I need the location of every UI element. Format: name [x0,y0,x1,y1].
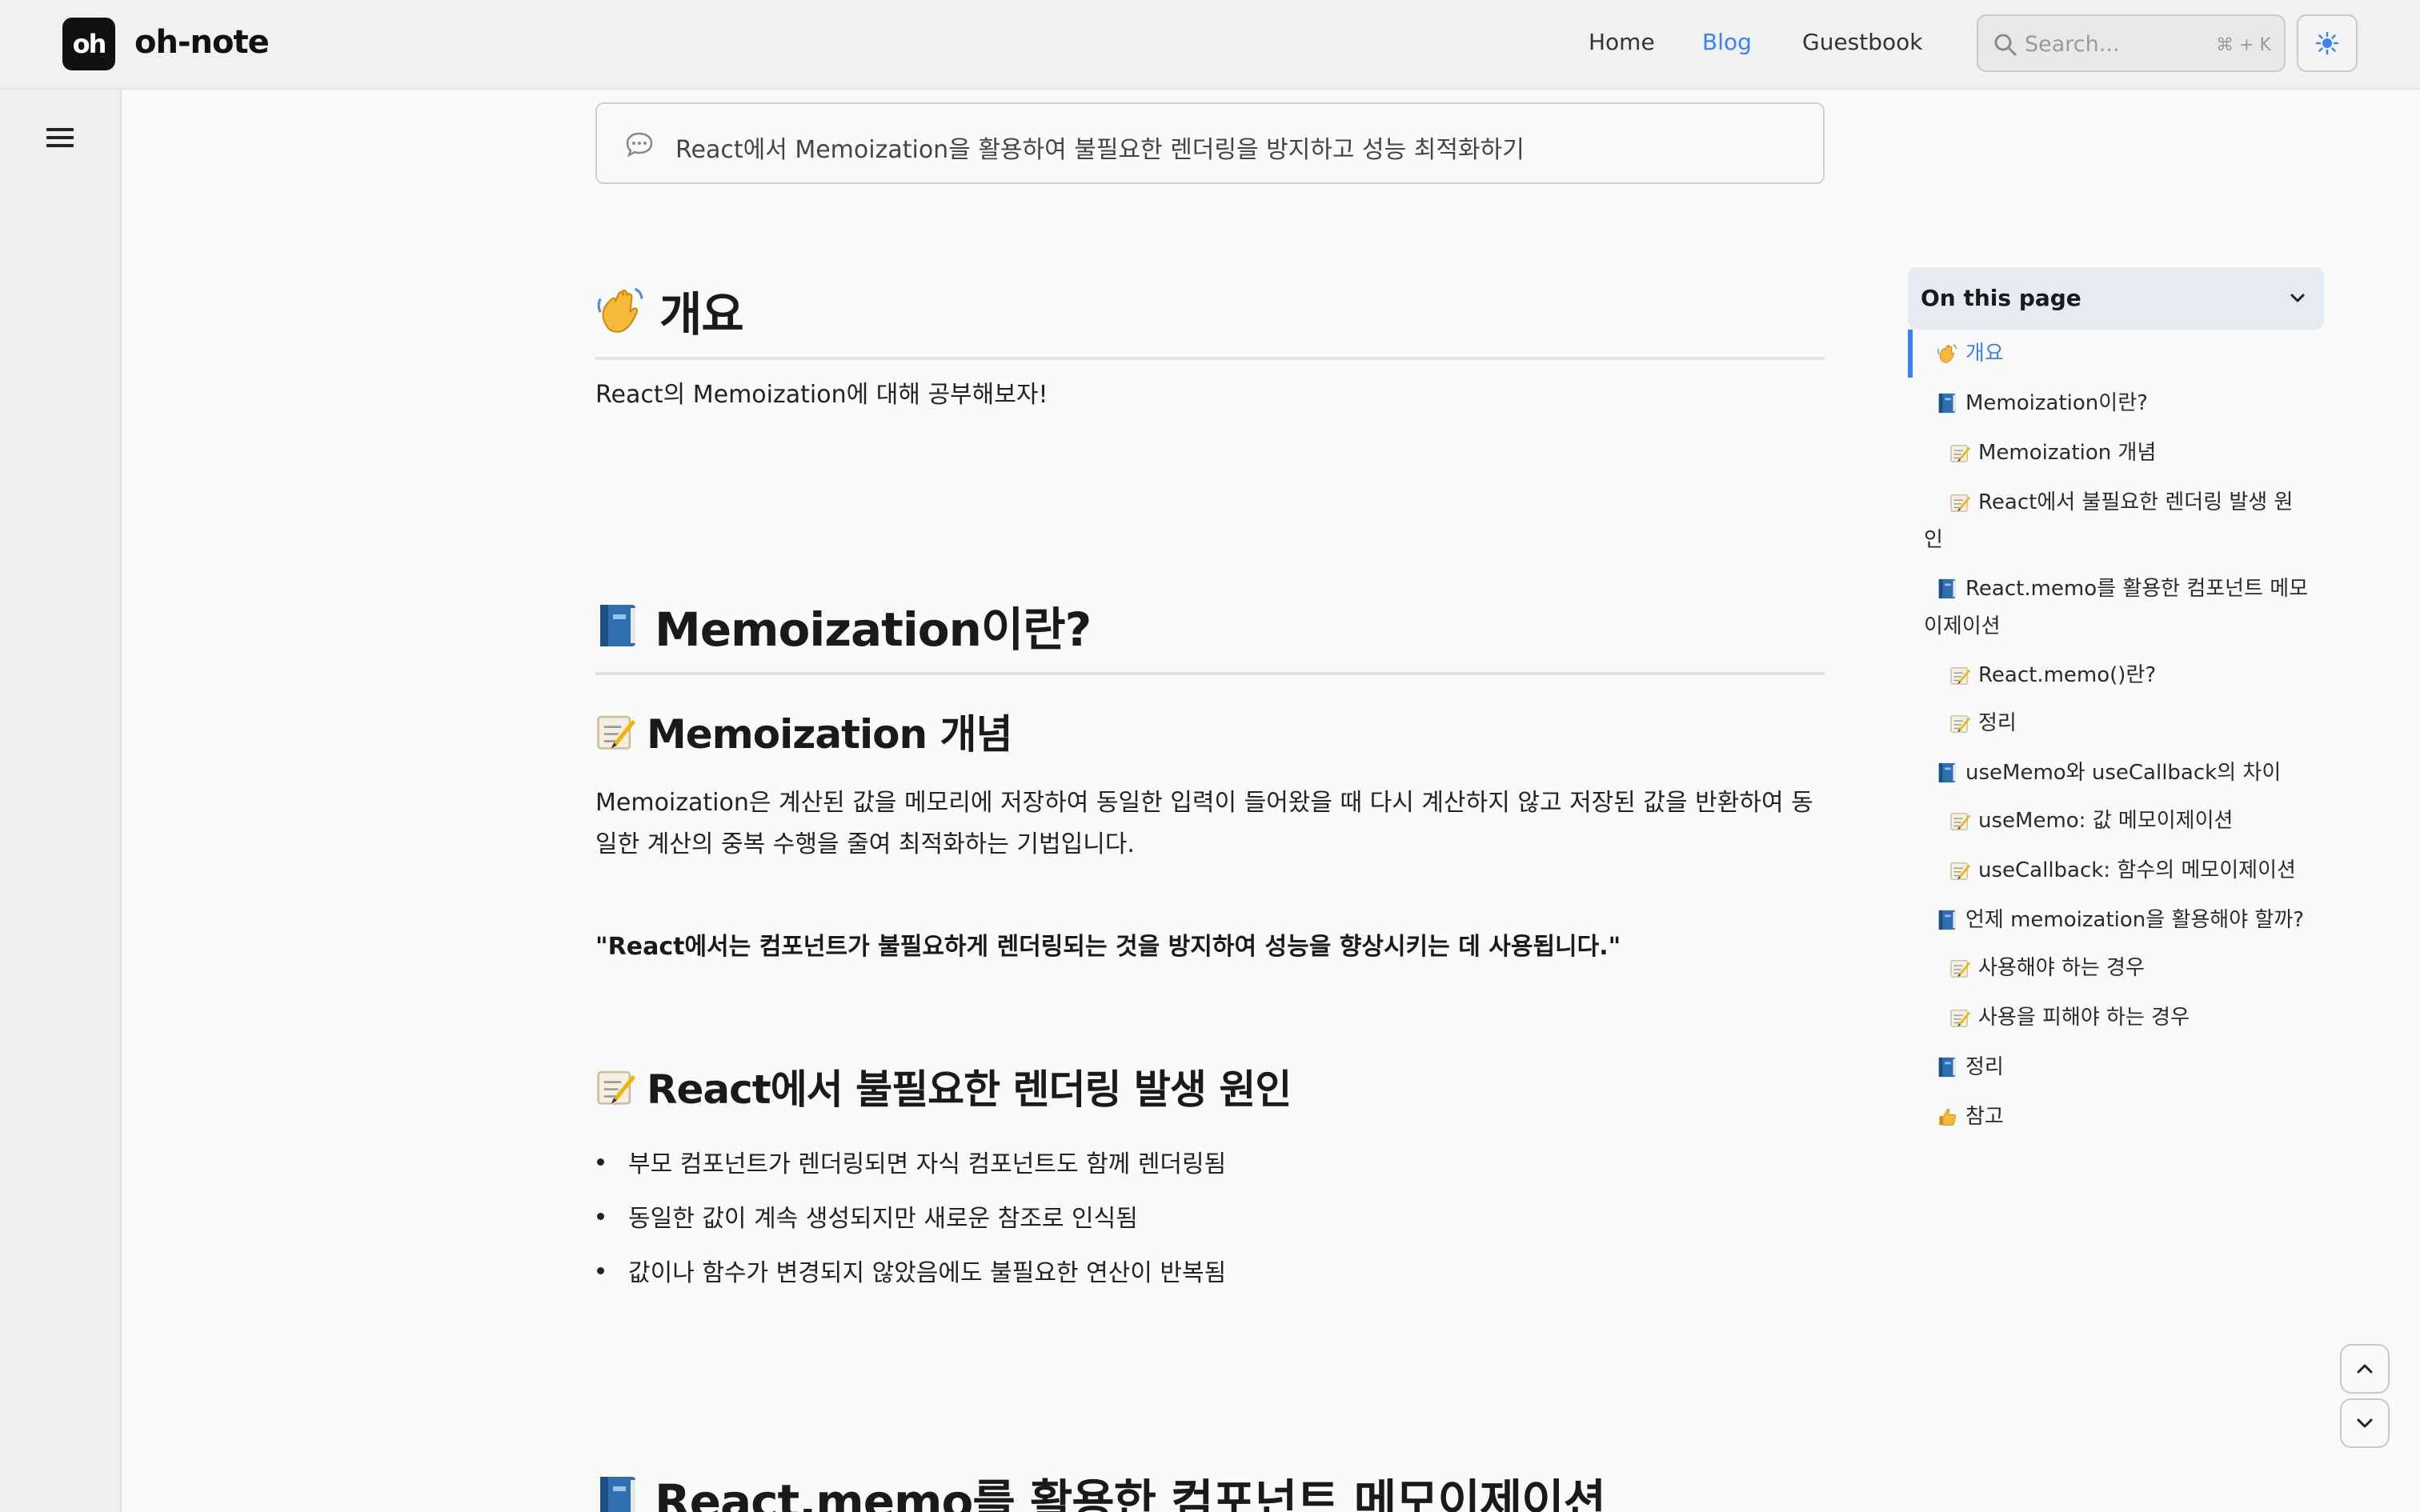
list-item: 부모 컴포넌트가 렌더링되면 자식 컴포넌트도 함께 렌더링됨 [595,1144,1226,1179]
concept-paragraph: Memoization은 계산된 값을 메모리에 저장하여 동일한 입력이 들어… [595,789,1813,858]
chat-bubble-icon [626,132,653,158]
chevron-down-icon [2357,1418,2373,1428]
subheading-text: Memoization 개념 [647,711,1012,758]
post-summary-box: React에서 Memoization을 활용하여 불필요한 렌더링을 방지하고… [595,102,1825,184]
toc-active-indicator [1908,330,1913,378]
wave-icon [595,286,645,335]
toc-item-rerender-causes[interactable]: React에서 불필요한 렌더링 발생 원 [1949,485,2293,520]
top-navbar: oh oh-note Home Blog Guestbook Search...… [0,0,2420,90]
nav-home-link[interactable]: Home [1589,29,1655,55]
concept-quote: "React에서는 컴포넌트가 불필요하게 렌더링되는 것을 방지하여 성능을 … [595,933,1621,961]
toc-item-when-to-use[interactable]: 언제 memoization을 활용해야 할까? [1937,902,2304,938]
book-icon [1937,578,1957,600]
toc-item-avoid-use[interactable]: 사용을 피해야 하는 경우 [1949,1000,2190,1035]
chevron-down-icon[interactable] [2286,286,2310,310]
overview-paragraph: React의 Memoization에 대해 공부해보자! [595,381,1048,409]
search-placeholder: Search... [2025,32,2120,57]
toc-title: On this page [1921,285,2081,311]
memo-icon [595,711,635,751]
toc-item-react-memo[interactable]: React.memo를 활용한 컴포넌트 메모 [1937,571,2308,606]
memo-icon [1949,859,1970,882]
search-shortcut: ⌘ + K [2216,35,2271,55]
post-summary-text: React에서 Memoization을 활용하여 불필요한 렌더링을 방지하고… [675,136,1525,164]
book-icon [1937,392,1957,414]
toc-item-usecallback[interactable]: useCallback: 함수의 메모이제이션 [1949,853,2296,888]
toc-item-summary-2[interactable]: 정리 [1937,1050,2004,1085]
site-name[interactable]: oh-note [134,24,270,61]
heading-react-memo: React.memo를 활용한 컴포넌트 메모이제이션 [595,1464,1606,1512]
theme-toggle-button[interactable] [2297,14,2358,72]
memo-icon [1949,491,1970,514]
heading-text: Memoization이란? [655,602,1092,657]
book-icon [595,602,640,650]
scroll-to-top-button[interactable] [2340,1344,2390,1394]
hamburger-menu-icon[interactable] [45,125,77,150]
toc-item-summary-1[interactable]: 정리 [1949,706,2017,741]
heading-overview: 개요 [595,277,744,344]
heading-text: React.memo를 활용한 컴포넌트 메모이제이션 [655,1474,1606,1512]
toc-item-wrap[interactable]: 이제이션 [1924,610,2001,639]
left-sidebar [0,90,122,1512]
search-input[interactable]: Search... ⌘ + K [1977,14,2286,72]
toc-item-usememo[interactable]: useMemo: 값 메모이제이션 [1949,803,2233,838]
toc-item-usememo-usecallback[interactable]: useMemo와 useCallback의 차이 [1937,755,2281,790]
toc-header[interactable]: On this page [1908,267,2324,330]
thumbs-up-icon [1937,1106,1957,1128]
divider [595,672,1825,675]
memo-icon [1949,664,1970,686]
memo-icon [1949,442,1970,464]
site-logo[interactable]: oh [62,18,115,70]
heading-memoization: Memoization이란? [595,592,1092,659]
subheading-text: React에서 불필요한 렌더링 발생 원인 [647,1066,1292,1113]
list-item: 동일한 값이 계속 생성되지만 새로운 참조로 인식됨 [595,1198,1138,1234]
book-icon [1937,1056,1957,1078]
list-item: 값이나 함수가 변경되지 않았음에도 불필요한 연산이 반복됨 [595,1253,1226,1288]
toc-item-memoization-concept[interactable]: Memoization 개념 [1949,435,2156,470]
toc-item-overview[interactable]: 개요 [1937,336,2004,371]
subheading-memoization-concept: Memoization 개념 [595,702,1012,760]
sun-icon [2315,31,2339,55]
nav-guestbook-link[interactable]: Guestbook [1802,29,1923,55]
subheading-rerender-causes: React에서 불필요한 렌더링 발생 원인 [595,1058,1292,1115]
scroll-to-bottom-button[interactable] [2340,1398,2390,1448]
wave-icon [1937,342,1957,365]
book-icon [1937,762,1957,784]
toc-item-memoization[interactable]: Memoization이란? [1937,386,2148,421]
nav-blog-link[interactable]: Blog [1702,29,1752,55]
toc-item-wrap[interactable]: 인 [1924,523,1943,553]
divider [595,357,1825,360]
memo-icon [1949,1006,1970,1029]
chevron-up-icon [2357,1364,2373,1374]
book-icon [595,1474,640,1512]
memo-icon [1949,712,1970,734]
toc-item-react-memo-what[interactable]: React.memo()란? [1949,658,2156,693]
book-icon [1937,909,1957,931]
toc-item-references[interactable]: 참고 [1937,1099,2004,1134]
search-icon [1994,34,2017,56]
memo-icon [1949,810,1970,832]
memo-icon [1949,957,1970,979]
toc-item-should-use[interactable]: 사용해야 하는 경우 [1949,950,2145,986]
heading-text: 개요 [659,287,744,342]
memo-icon [595,1066,635,1106]
